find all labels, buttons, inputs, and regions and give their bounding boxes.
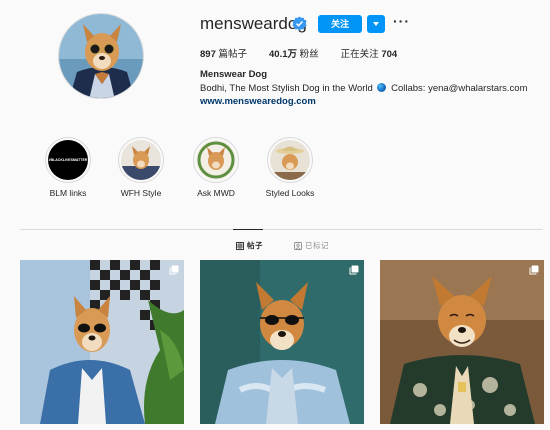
grid-icon (236, 241, 244, 250)
suggested-accounts-dropdown[interactable] (367, 15, 385, 33)
profile-website-link[interactable]: www.menswearedog.com (200, 96, 316, 107)
highlight-cover (193, 137, 239, 183)
highlight-cover (118, 137, 164, 183)
highlight-label: Ask MWD (197, 188, 235, 198)
bio-collab: Collabs: yena@whalarstars.com (391, 83, 528, 94)
follow-button[interactable]: 关注 (318, 15, 362, 33)
highlight-label: BLM links (49, 188, 87, 198)
posts-stat[interactable]: 897 篇帖子 (200, 46, 247, 60)
profile-username: mensweardog (200, 14, 307, 33)
active-tab-indicator (233, 229, 263, 230)
highlight-cover (267, 137, 313, 183)
globe-emoji-icon (377, 83, 387, 92)
tab-posts-label: 帖子 (247, 241, 263, 250)
highlight-label: WFH Style (120, 188, 162, 198)
highlight-blm-links[interactable]: #BLACKLIVESMATTER BLM links (33, 137, 103, 198)
multi-post-icon (529, 265, 539, 275)
following-label: 正在关注 (340, 49, 379, 60)
multi-post-icon (349, 265, 359, 275)
verified-badge-icon (292, 16, 307, 31)
profile-bio: Bodhi, The Most Stylish Dog in the World… (200, 83, 528, 94)
profile-avatar[interactable] (58, 13, 144, 99)
post-thumbnail[interactable] (380, 260, 544, 424)
multi-post-icon (169, 265, 179, 275)
following-stat[interactable]: 正在关注 704 (341, 46, 398, 60)
highlight-wfh-style[interactable]: WFH Style (106, 137, 176, 198)
post-thumbnail[interactable] (200, 260, 364, 424)
profile-full-name: Menswear Dog (200, 69, 268, 80)
tabs-divider (20, 229, 543, 230)
posts-count: 897 (200, 49, 216, 60)
highlight-ask-mwd[interactable]: Ask MWD (181, 137, 251, 198)
highlight-label: Styled Looks (265, 188, 315, 198)
followers-stat[interactable]: 40.1万 粉丝 (269, 46, 319, 60)
bio-text: Bodhi, The Most Stylish Dog in the World (200, 83, 373, 94)
following-count: 704 (381, 49, 398, 60)
tab-tagged-label: 已标记 (305, 241, 329, 250)
highlight-cover: #BLACKLIVESMATTER (45, 137, 91, 183)
post-thumbnail[interactable] (20, 260, 184, 424)
more-options-icon[interactable]: ··· (393, 13, 410, 29)
tab-tagged[interactable]: 已标记 (294, 240, 329, 251)
tab-posts[interactable]: 帖子 (236, 240, 263, 251)
followers-label: 粉丝 (299, 49, 319, 60)
posts-label: 篇帖子 (218, 49, 248, 60)
highlight-cover-text: #BLACKLIVESMATTER (48, 158, 88, 162)
tag-icon (294, 241, 302, 250)
profile-stats: 897 篇帖子 40.1万 粉丝 正在关注 704 (200, 46, 397, 60)
highlight-styled-looks[interactable]: Styled Looks (255, 137, 325, 198)
followers-count: 40.1万 (269, 49, 298, 60)
